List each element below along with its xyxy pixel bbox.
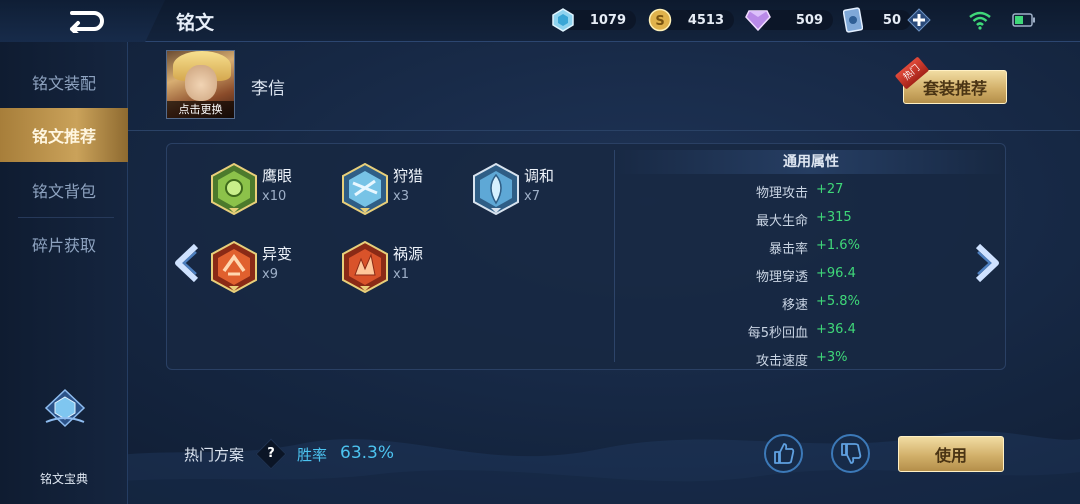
resource-crystal: 509 xyxy=(745,8,833,32)
back-button[interactable] xyxy=(0,0,165,42)
rune-count: x3 xyxy=(393,189,409,204)
section-divider xyxy=(128,130,1080,131)
rune-codex-button[interactable] xyxy=(40,388,90,428)
use-button-label: 使用 xyxy=(934,446,967,465)
diamond-gem-icon xyxy=(552,8,574,32)
attribute-row: 物理穿透 +96.4 xyxy=(616,260,1006,288)
sidebar-item-rune-equip[interactable]: 铭文装配 xyxy=(0,55,128,109)
resource-gold: S 4513 xyxy=(648,8,734,32)
use-button[interactable]: 使用 xyxy=(898,436,1004,472)
rune-name: 鹰眼 xyxy=(262,167,293,185)
attribute-value: +96.4 xyxy=(816,266,856,281)
attribute-value: +3% xyxy=(816,350,848,365)
sidebar-item-label: 碎片获取 xyxy=(31,236,96,255)
attribute-value: +1.6% xyxy=(816,238,860,253)
hero-face xyxy=(185,65,217,101)
top-bar: 铭文 1079 S 4513 509 50 xyxy=(0,0,1080,42)
attribute-label: 最大生命 xyxy=(755,214,808,229)
suit-recommend-label: 套装推荐 xyxy=(922,79,987,98)
add-coupon-button[interactable] xyxy=(907,8,931,32)
attribute-row: 暴击率 +1.6% xyxy=(616,232,1006,260)
winrate-label: 胜率 xyxy=(297,446,328,464)
battery-icon xyxy=(1012,13,1035,27)
purple-crystal-icon xyxy=(745,10,771,31)
attribute-row: 移速 +5.8% xyxy=(616,288,1006,316)
dislike-button[interactable] xyxy=(831,434,870,473)
page-title: 铭文 xyxy=(176,12,215,34)
thumbs-up-icon xyxy=(774,443,795,464)
thumbs-down-icon xyxy=(841,443,862,464)
blue-rune-icon xyxy=(342,163,388,215)
coupon-card-icon xyxy=(843,7,863,33)
rune-name: 异变 xyxy=(262,245,293,263)
attribute-row: 最大生命 +315 xyxy=(616,204,1006,232)
attribute-label: 攻击速度 xyxy=(755,354,808,369)
sidebar-item-label: 铭文推荐 xyxy=(31,127,96,146)
rune-name: 调和 xyxy=(524,167,555,185)
red-rune-icon xyxy=(211,241,257,293)
rune-count: x9 xyxy=(262,267,278,282)
sidebar-item-rune-bag[interactable]: 铭文背包 xyxy=(0,163,128,217)
attribute-label: 物理攻击 xyxy=(755,186,808,201)
rune-name: 狩猎 xyxy=(393,167,424,185)
rune-item-calamity[interactable]: 祸源 x1 xyxy=(341,241,423,293)
svg-text:S: S xyxy=(655,14,664,29)
attribute-value: +27 xyxy=(816,182,844,197)
attribute-label: 物理穿透 xyxy=(755,270,808,285)
mountain-decoration xyxy=(0,431,1080,504)
rune-count: x10 xyxy=(262,189,287,204)
rune-item-hawkeye[interactable]: 鹰眼 x10 xyxy=(210,163,292,215)
sidebar-item-label: 铭文装配 xyxy=(31,74,96,93)
attribute-value: +5.8% xyxy=(816,294,860,309)
hero-avatar[interactable]: 点击更换 xyxy=(166,50,235,119)
sidebar-item-label: 铭文背包 xyxy=(31,182,96,201)
rune-codex-label: 铭文宝典 xyxy=(39,472,88,486)
resource-diamond: 1079 xyxy=(552,8,636,32)
attribute-row: 每5秒回血 +36.4 xyxy=(616,316,1006,344)
blue-shield-rune-icon xyxy=(473,163,519,215)
rune-item-harmony[interactable]: 调和 x7 xyxy=(472,163,554,215)
rune-name: 祸源 xyxy=(393,245,424,263)
attribute-label: 每5秒回血 xyxy=(747,326,808,341)
hot-plan-label: 热门方案 xyxy=(184,446,245,464)
gold-coin-icon: S xyxy=(648,8,672,32)
like-button[interactable] xyxy=(764,434,803,473)
red-flame-rune-icon xyxy=(342,241,388,293)
change-hero-caption: 点击更换 xyxy=(167,101,234,118)
winrate-value: 63.3% xyxy=(340,443,395,463)
attribute-label: 暴击率 xyxy=(768,242,808,257)
wifi-icon xyxy=(969,11,991,30)
attribute-row: 攻击速度 +3% xyxy=(616,344,1006,372)
rune-count: x7 xyxy=(524,189,540,204)
attribute-value: +36.4 xyxy=(816,322,856,337)
sidebar-item-rune-recommend[interactable]: 铭文推荐 xyxy=(0,108,128,162)
rune-item-hunting[interactable]: 狩猎 x3 xyxy=(341,163,423,215)
resource-coupon: 50 xyxy=(843,7,931,33)
help-question-mark: ? xyxy=(267,446,275,461)
green-rune-icon xyxy=(211,163,257,215)
hero-name: 李信 xyxy=(251,79,285,99)
attribute-value: +315 xyxy=(816,210,852,225)
rune-item-mutation[interactable]: 异变 x9 xyxy=(210,241,292,293)
attribute-label: 移速 xyxy=(781,298,808,313)
panel-divider xyxy=(614,150,615,362)
attribute-row: 物理攻击 +27 xyxy=(616,176,1006,204)
back-arrow-icon xyxy=(70,11,104,33)
sidebar-item-fragment-obtain[interactable]: 碎片获取 xyxy=(0,217,128,271)
previous-arrow-icon[interactable] xyxy=(172,242,202,284)
rune-count: x1 xyxy=(393,267,409,282)
attributes-title: 通用属性 xyxy=(616,150,1006,174)
